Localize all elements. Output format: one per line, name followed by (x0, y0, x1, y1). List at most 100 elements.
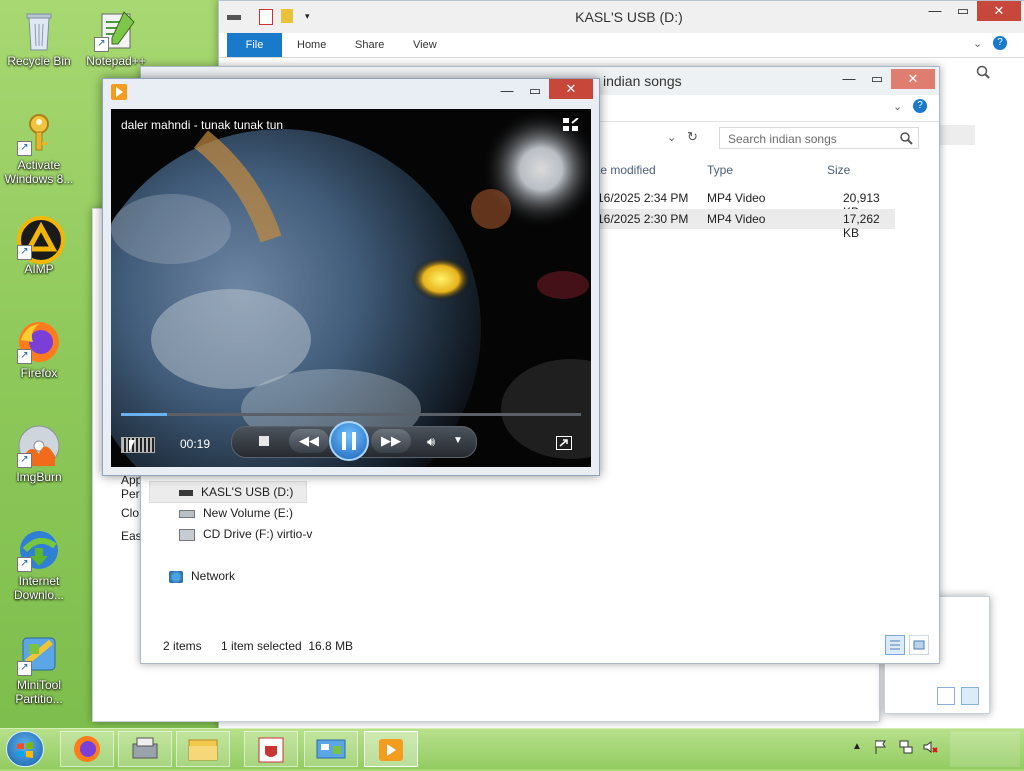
mouse-cursor (129, 440, 135, 452)
desktop-icon-label: Firefox (20, 366, 58, 380)
taskbar-firefox[interactable] (60, 731, 114, 767)
tab-share[interactable]: Share (355, 33, 384, 57)
desktop-icon-imgburn[interactable]: ↗ ImgBurn (1, 424, 77, 484)
quick-access-toolbar: ▾ (227, 9, 317, 25)
search-input[interactable]: Search indian songs (719, 127, 919, 149)
taskbar-control-panel[interactable] (304, 731, 358, 767)
status-selection: 1 item selected 16.8 MB (221, 639, 354, 653)
maximize-button[interactable]: ▭ (949, 1, 977, 21)
nav-fragment: Clo (121, 506, 140, 520)
new-folder-icon[interactable] (281, 9, 293, 23)
pause-button[interactable] (329, 421, 369, 461)
notepad-plus-plus-icon: ↗ (94, 8, 138, 52)
title-bar: — ▭ ✕ (103, 79, 599, 107)
taskbar-file-explorer[interactable] (176, 731, 230, 767)
nav-label: Network (191, 569, 236, 583)
desktop-icon-minitool[interactable]: ↗ MiniTool Partitio... (1, 632, 77, 706)
properties-icon[interactable] (259, 9, 273, 25)
shortcut-arrow-icon: ↗ (17, 453, 32, 468)
desktop-icon-notepadpp[interactable]: ↗ Notepad++ (78, 8, 154, 68)
customize-toolbar-icon[interactable]: ▾ (305, 11, 310, 22)
maximize-button[interactable]: ▭ (521, 81, 549, 101)
clock-area[interactable] (950, 731, 1020, 767)
next-button[interactable]: ▶▶ (371, 429, 411, 453)
volume-muted-tray-icon[interactable] (922, 739, 938, 755)
taskbar-printer[interactable] (118, 731, 172, 767)
recycle-bin-icon (17, 8, 61, 52)
desktop-icon-label: Recycle Bin (7, 54, 71, 68)
maximize-button[interactable]: ▭ (863, 69, 891, 89)
desktop-icon-label: ImgBurn (16, 470, 62, 484)
minimize-button[interactable]: — (493, 81, 521, 101)
video-area[interactable]: daler mahndi - tunak tunak tun 00:19 ◀◀ … (111, 109, 591, 467)
start-button[interactable] (6, 731, 44, 767)
media-player-icon (111, 84, 127, 100)
nav-item-new-volume[interactable]: New Volume (E:) (179, 506, 293, 520)
fullscreen-icon[interactable] (556, 436, 572, 450)
column-header-size[interactable]: Size (827, 163, 850, 177)
action-center-flag-icon[interactable] (874, 739, 888, 755)
close-button[interactable]: ✕ (891, 69, 935, 89)
tab-file[interactable]: File (227, 33, 282, 57)
close-button[interactable]: ✕ (549, 79, 593, 99)
desktop-icon-aimp[interactable]: ↗ AIMP (1, 216, 77, 276)
column-header-date[interactable]: te modified (597, 163, 656, 177)
refresh-button[interactable]: ↻ (687, 129, 698, 145)
seek-bar[interactable] (121, 413, 581, 416)
address-dropdown-chevron[interactable]: ⌄ (667, 131, 676, 144)
desktop-icon-label: MiniTool Partitio... (15, 678, 63, 706)
desktop-icon-recycle-bin[interactable]: Recycle Bin (1, 8, 77, 68)
tab-home[interactable]: Home (297, 33, 326, 57)
usb-drive-icon (179, 489, 193, 496)
table-row-selected[interactable]: 16/2025 2:30 PM MP4 Video 17,262 KB (593, 209, 895, 240)
desktop-icon-activate-windows[interactable]: ↗ Activate Windows 8... (1, 112, 77, 186)
minimize-button[interactable]: — (921, 1, 949, 21)
taskbar-media-player[interactable] (364, 731, 418, 767)
column-header-type[interactable]: Type (707, 163, 733, 177)
desktop-icon-idm[interactable]: ↗ Internet Downlo... (1, 528, 77, 602)
shortcut-arrow-icon: ↗ (17, 141, 32, 156)
stop-button[interactable] (259, 436, 269, 446)
previous-button[interactable]: ◀◀ (289, 429, 329, 453)
minitool-partition-icon: ↗ (17, 632, 61, 676)
desktop-icon-firefox[interactable]: ↗ Firefox (1, 320, 77, 380)
taskbar-java[interactable] (244, 731, 298, 767)
nav-item-network[interactable]: Network (169, 569, 235, 583)
help-icon[interactable]: ? (913, 99, 927, 113)
row-type: MP4 Video (707, 191, 766, 205)
view-details-button[interactable] (885, 635, 905, 655)
elapsed-time: 00:19 (180, 437, 211, 451)
title-bar: ▾ KASL'S USB (D:) — ▭ ✕ (219, 1, 1024, 33)
tab-view[interactable]: View (413, 33, 437, 57)
shortcut-arrow-icon: ↗ (94, 37, 109, 52)
nav-label: New Volume (E:) (203, 506, 294, 520)
view-large-icons-button[interactable] (961, 687, 979, 705)
nav-fragment: Eas (121, 529, 142, 543)
close-button[interactable]: ✕ (977, 1, 1021, 21)
ribbon-tabs: File Home Share View ⌄ ? (219, 33, 1024, 58)
view-details-button[interactable] (937, 687, 955, 705)
network-tray-icon[interactable] (898, 739, 914, 755)
taskbar: ▲ (0, 728, 1024, 769)
window-title: KASL'S USB (D:) (575, 9, 683, 25)
row-type: MP4 Video (707, 212, 766, 226)
expand-ribbon-icon[interactable]: ⌄ (973, 37, 982, 50)
table-row[interactable]: 16/2025 2:34 PM MP4 Video 20,913 KB (593, 187, 895, 219)
nav-item-usb[interactable]: KASL'S USB (D:) (179, 485, 293, 499)
drive-icon (179, 509, 195, 518)
volume-dropdown-icon[interactable]: ▼ (453, 435, 463, 446)
search-icon[interactable] (899, 131, 913, 145)
show-hidden-icons-icon[interactable]: ▲ (852, 741, 862, 752)
view-large-icons-button[interactable] (909, 635, 929, 655)
nav-item-cd-drive[interactable]: CD Drive (F:) virtio-v (179, 527, 312, 541)
search-icon[interactable] (975, 64, 991, 80)
help-icon[interactable]: ? (993, 36, 1007, 50)
switch-to-library-icon[interactable] (563, 117, 579, 132)
key-icon: ↗ (17, 112, 61, 156)
row-size: 17,262 KB (843, 212, 880, 240)
audio-visualizer-icon[interactable] (121, 437, 155, 453)
expand-ribbon-icon[interactable]: ⌄ (893, 100, 902, 113)
minimize-button[interactable]: — (835, 69, 863, 89)
volume-icon[interactable]: 🔊︎ (427, 434, 435, 450)
cd-drive-icon (179, 528, 195, 541)
